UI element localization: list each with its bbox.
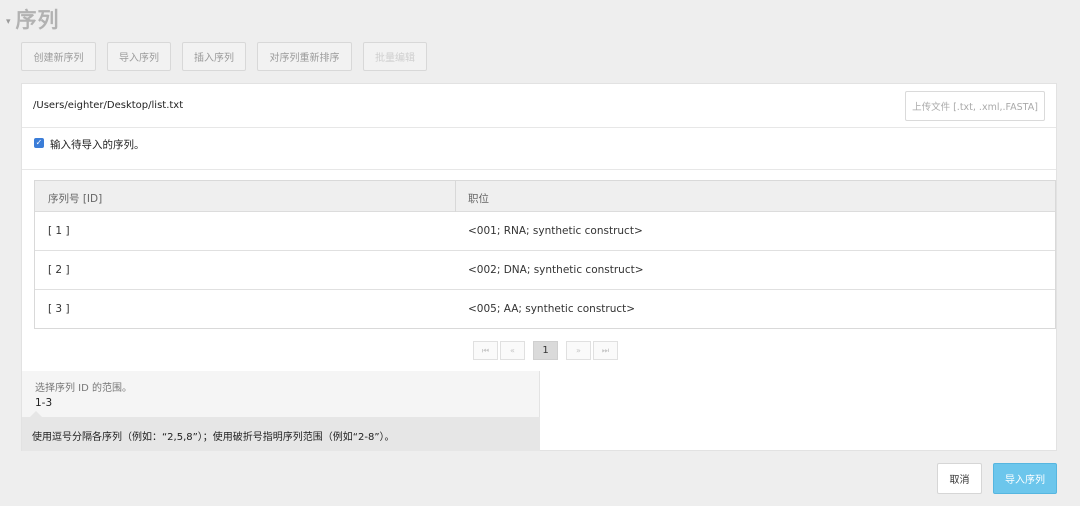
column-header-position: 职位 xyxy=(468,193,489,205)
range-label: 选择序列 ID 的范围。 xyxy=(35,383,133,394)
page-title: 序列 xyxy=(15,8,60,32)
file-path: /Users/eighter/Desktop/list.txt xyxy=(33,100,184,111)
cancel-button[interactable]: 取消 xyxy=(937,463,982,494)
table-header: 序列号 [ID] 职位 xyxy=(35,181,1055,212)
cell-id: [ 3 ] xyxy=(48,303,70,315)
create-sequence-button[interactable]: 创建新序列 xyxy=(21,42,96,71)
cell-position: <002; DNA; synthetic construct> xyxy=(468,264,644,276)
reorder-sequences-button[interactable]: 对序列重新排序 xyxy=(257,42,352,71)
tooltip-arrow-icon xyxy=(30,411,42,417)
page-header: ▾ 序列 xyxy=(6,4,60,34)
prev-page-icon[interactable]: « xyxy=(500,341,525,360)
insert-sequence-button[interactable]: 插入序列 xyxy=(182,42,246,71)
cell-id: [ 2 ] xyxy=(48,264,70,276)
range-input[interactable]: 1-3 xyxy=(35,397,52,409)
import-panel: /Users/eighter/Desktop/list.txt 上传文件 [.t… xyxy=(21,83,1057,451)
file-row: /Users/eighter/Desktop/list.txt 上传文件 [.t… xyxy=(22,84,1056,128)
range-tip-text: 使用逗号分隔各序列（例如：“2,5,8”）；使用破折号指明序列范围（例如“2-8… xyxy=(32,432,395,443)
table-row[interactable]: [ 1 ] <001; RNA; synthetic construct> xyxy=(35,212,1055,251)
import-sequence-button[interactable]: 导入序列 xyxy=(107,42,171,71)
column-divider xyxy=(455,181,456,212)
cell-id: [ 1 ] xyxy=(48,225,70,237)
next-page-icon[interactable]: » xyxy=(566,341,591,360)
input-sequences-row: ✓ 输入待导入的序列。 xyxy=(22,128,1056,170)
table-row[interactable]: [ 2 ] <002; DNA; synthetic construct> xyxy=(35,251,1055,290)
batch-edit-button[interactable]: 批量编辑 xyxy=(363,42,427,71)
cell-position: <005; AA; synthetic construct> xyxy=(468,303,636,315)
cell-position: <001; RNA; synthetic construct> xyxy=(468,225,643,237)
range-tooltip: 使用逗号分隔各序列（例如：“2,5,8”）；使用破折号指明序列范围（例如“2-8… xyxy=(22,411,540,451)
upload-file-button[interactable]: 上传文件 [.txt, .xml,.FASTA] xyxy=(905,91,1045,121)
input-sequences-checkbox[interactable]: ✓ xyxy=(34,138,44,148)
table-row[interactable]: [ 3 ] <005; AA; synthetic construct> xyxy=(35,290,1055,329)
input-sequences-label: 输入待导入的序列。 xyxy=(50,139,145,151)
first-page-icon[interactable]: ⏮ xyxy=(473,341,498,360)
range-field[interactable]: 选择序列 ID 的范围。 1-3 使用逗号分隔各序列（例如：“2,5,8”）；使… xyxy=(22,371,540,451)
sequence-table: 序列号 [ID] 职位 [ 1 ] <001; RNA; synthetic c… xyxy=(34,180,1056,329)
import-sequences-button[interactable]: 导入序列 xyxy=(993,463,1057,494)
current-page-button[interactable]: 1 xyxy=(533,341,558,360)
column-header-id: 序列号 [ID] xyxy=(48,193,103,205)
last-page-icon[interactable]: ⏭ xyxy=(593,341,618,360)
collapse-caret-icon[interactable]: ▾ xyxy=(6,17,11,27)
